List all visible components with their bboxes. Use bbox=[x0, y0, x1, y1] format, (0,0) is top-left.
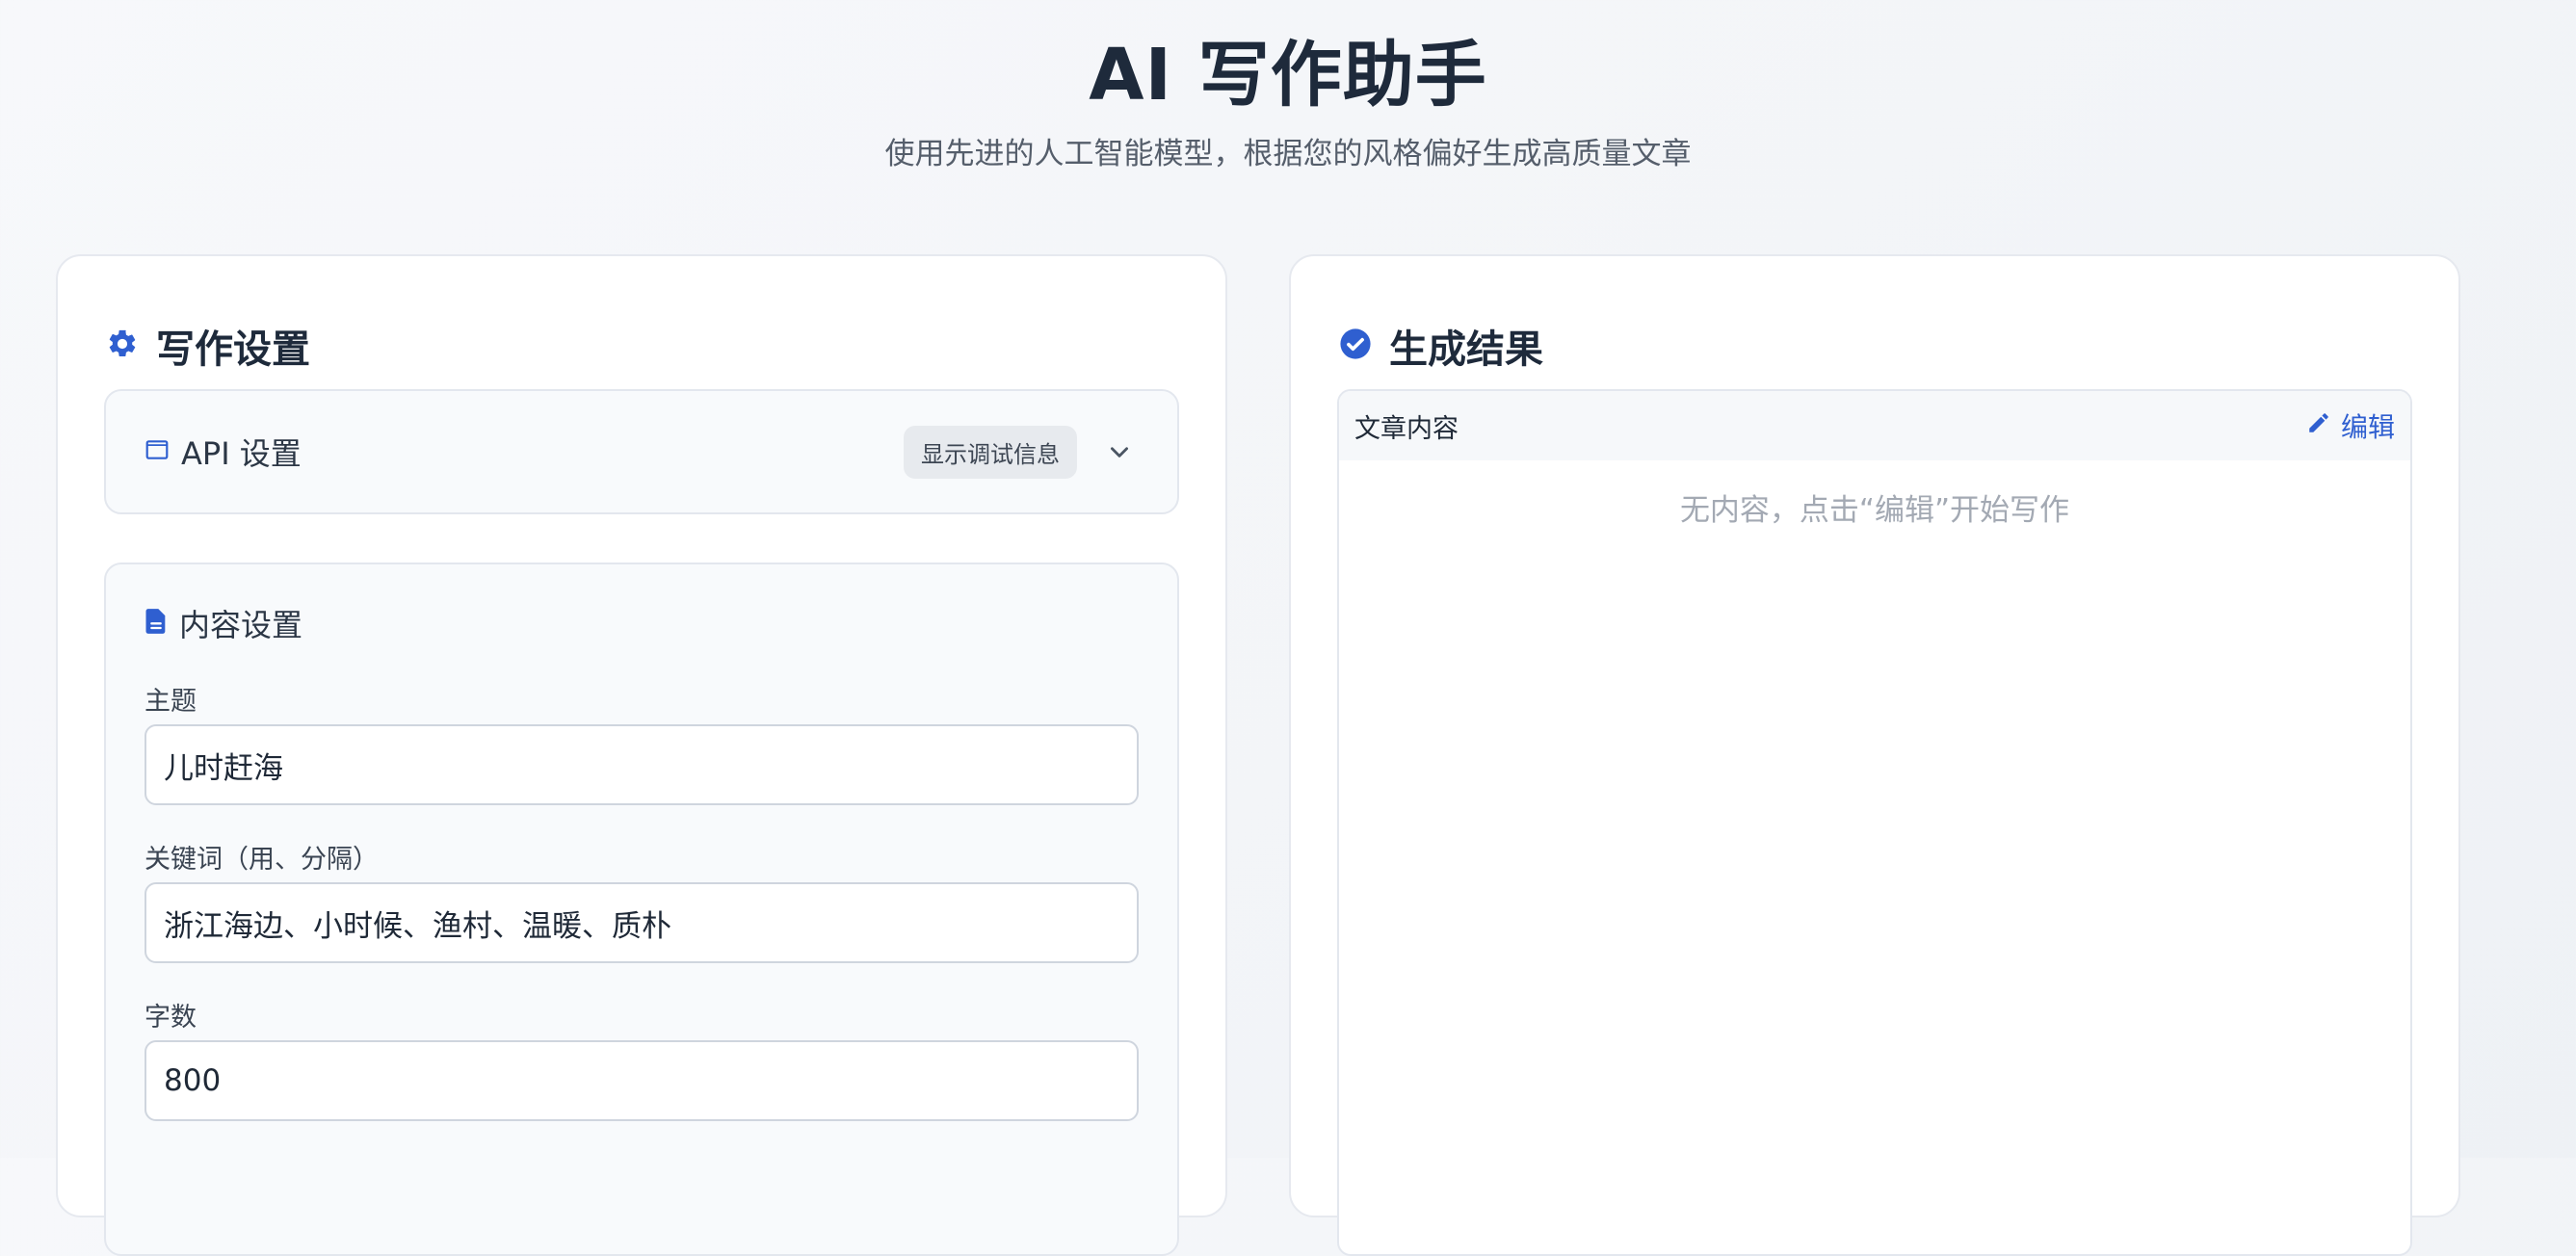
article-toolbar: 文章内容 编辑 bbox=[1339, 391, 2410, 460]
result-header: 生成结果 bbox=[1339, 302, 1543, 389]
api-settings-label: API 设置 bbox=[181, 435, 302, 472]
content-settings-header: 内容设置 bbox=[145, 601, 302, 645]
show-debug-button[interactable]: 显示调试信息 bbox=[904, 425, 1077, 479]
edit-label: 编辑 bbox=[2340, 411, 2395, 443]
article-box: 文章内容 编辑 无内容，点击“编辑”开始写作 bbox=[1337, 389, 2412, 1256]
page-subtitle: 使用先进的人工智能模型，根据您的风格偏好生成高质量文章 bbox=[884, 137, 1692, 171]
pencil-icon bbox=[2306, 410, 2331, 442]
word-count-input[interactable] bbox=[145, 1040, 1139, 1121]
edit-button[interactable]: 编辑 bbox=[2306, 406, 2395, 445]
result-title: 生成结果 bbox=[1389, 327, 1543, 372]
settings-card: 写作设置 API 设置 显示调试信息 内容设置 主题 儿时赶海 关键词（用、分隔… bbox=[56, 254, 1227, 1256]
document-icon bbox=[145, 608, 168, 639]
empty-state-text: 无内容，点击“编辑”开始写作 bbox=[1679, 493, 2070, 528]
content-settings-panel: 内容设置 主题 关键词（用、分隔） 字数 bbox=[104, 563, 1179, 1256]
settings-header: 写作设置 bbox=[106, 302, 310, 389]
topic-label: 主题 bbox=[145, 687, 197, 717]
keywords-input[interactable] bbox=[145, 882, 1139, 963]
gear-icon bbox=[106, 327, 139, 364]
settings-title: 写作设置 bbox=[156, 327, 310, 372]
article-label: 文章内容 bbox=[1354, 413, 1459, 444]
api-settings-toggle[interactable]: API 设置 显示调试信息 bbox=[145, 391, 1139, 512]
keywords-label: 关键词（用、分隔） bbox=[145, 845, 379, 875]
topic-input[interactable] bbox=[145, 724, 1139, 805]
word-count-label: 字数 bbox=[145, 1003, 197, 1033]
chevron-down-icon[interactable] bbox=[1100, 432, 1139, 471]
api-settings-panel: API 设置 显示调试信息 bbox=[104, 389, 1179, 514]
check-circle-icon bbox=[1339, 327, 1372, 364]
window-icon bbox=[145, 437, 170, 466]
page-title: AI 写作助手 bbox=[1089, 34, 1487, 117]
result-card: 生成结果 文章内容 编辑 无内容，点击“编辑”开始写作 bbox=[1289, 254, 2460, 1256]
content-settings-title: 内容设置 bbox=[179, 607, 303, 643]
